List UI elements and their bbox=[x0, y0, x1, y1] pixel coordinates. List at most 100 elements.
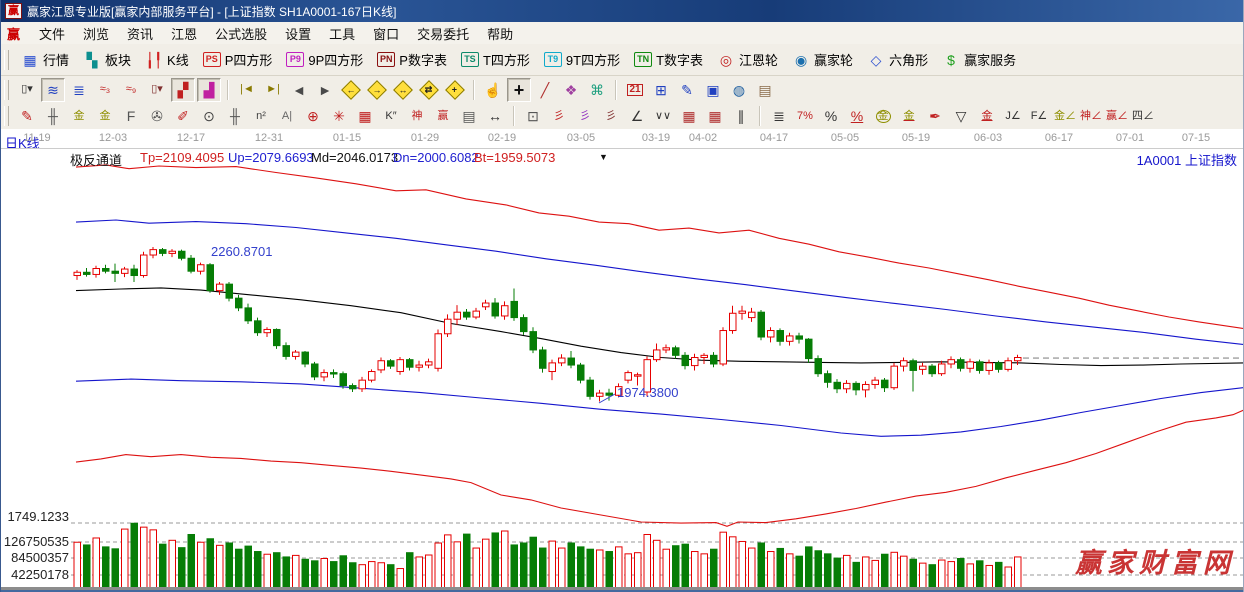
gold-square-2-icon[interactable]: 金 bbox=[93, 104, 117, 128]
ying-tool-icon[interactable]: 赢 bbox=[431, 104, 455, 128]
percent-icon[interactable]: % bbox=[819, 104, 843, 128]
save-chart-icon[interactable]: ▣ bbox=[701, 78, 725, 102]
menu-item-设置[interactable]: 设置 bbox=[276, 22, 320, 44]
h-measure-icon[interactable]: ↔ bbox=[483, 104, 507, 128]
feature-t-square-button[interactable]: TS T四方形 bbox=[460, 50, 530, 69]
percent-zone-icon[interactable]: 7% bbox=[793, 104, 817, 128]
j-angle-icon[interactable]: J∠ bbox=[1001, 104, 1025, 128]
grid-box-arrow-icon[interactable]: ▦ bbox=[703, 104, 727, 128]
calculator-icon[interactable]: ⊞ bbox=[649, 78, 673, 102]
price-comb-icon[interactable]: ╫ bbox=[223, 104, 247, 128]
feature-winner-service-button[interactable]: $ 赢家服务 bbox=[942, 50, 1016, 69]
cycle-shape-green-icon[interactable]: ⌘ bbox=[585, 78, 609, 102]
f-angle-icon[interactable]: F∠ bbox=[1027, 104, 1051, 128]
gann-shape-purple-icon[interactable]: ❖ bbox=[559, 78, 583, 102]
fibonacci-grid-icon[interactable]: F bbox=[119, 104, 143, 128]
brush-red-icon[interactable]: ✎ bbox=[15, 104, 39, 128]
si-angle-icon[interactable]: 四∠ bbox=[1131, 104, 1155, 128]
wave-3-icon[interactable]: ≈₃ bbox=[93, 78, 117, 102]
n-square-icon[interactable]: n² bbox=[249, 104, 273, 128]
menu-item-资讯[interactable]: 资讯 bbox=[118, 22, 162, 44]
gold-trend-red-icon[interactable]: 金 bbox=[975, 104, 999, 128]
ying-angle-icon[interactable]: 赢∠ bbox=[1105, 104, 1129, 128]
angle-line-a-icon[interactable]: A| bbox=[275, 104, 299, 128]
grid-box-1-icon[interactable]: ▦ bbox=[677, 104, 701, 128]
print-icon[interactable]: ▤ bbox=[753, 78, 777, 102]
toolbar-grip[interactable] bbox=[4, 106, 9, 126]
shen-tool-icon[interactable]: 神 bbox=[405, 104, 429, 128]
period-candle-dropdown-icon[interactable]: ▯▾ bbox=[15, 78, 39, 102]
square-overlay-icon[interactable]: ▦ bbox=[353, 104, 377, 128]
color-histogram-icon[interactable]: ▟ bbox=[197, 77, 221, 102]
menu-item-工具[interactable]: 工具 bbox=[320, 22, 364, 44]
menu-item-帮助[interactable]: 帮助 bbox=[478, 22, 522, 44]
feature-winner-wheel-button[interactable]: ◉ 赢家轮 bbox=[792, 50, 853, 69]
save-web-icon[interactable]: ◍ bbox=[727, 78, 751, 102]
star-rays-icon[interactable]: ✳ bbox=[327, 104, 351, 128]
swap-range-icon[interactable]: ⇄ bbox=[417, 78, 441, 102]
indicator-dropdown-icon[interactable]: ▼ bbox=[599, 152, 608, 162]
menu-item-江恩[interactable]: 江恩 bbox=[162, 22, 206, 44]
menu-item-窗口[interactable]: 窗口 bbox=[364, 22, 408, 44]
page-right-icon[interactable]: ► bbox=[313, 78, 337, 102]
gold-circle-icon[interactable]: 金 bbox=[871, 104, 895, 128]
kline-chart-canvas[interactable] bbox=[1, 129, 1244, 592]
feature-t9-square-button[interactable]: T9 9T四方形 bbox=[543, 50, 620, 69]
feature-sectors-button[interactable]: ▚ 板块 bbox=[83, 50, 131, 69]
parallel-lines-icon[interactable]: ∥ bbox=[729, 104, 753, 128]
page-left-icon[interactable]: ◄ bbox=[287, 78, 311, 102]
memo-notes-icon[interactable]: ✎ bbox=[675, 78, 699, 102]
jump-first-icon[interactable]: |◄ bbox=[235, 78, 259, 102]
feature-quotes-button[interactable]: ▦ 行情 bbox=[21, 50, 69, 69]
gold-square-1-icon[interactable]: 金 bbox=[67, 104, 91, 128]
gold-angle-icon[interactable]: 金∠ bbox=[1053, 104, 1077, 128]
feature-p-number-table-button[interactable]: PN P数字表 bbox=[377, 50, 447, 69]
pan-hand-icon[interactable]: ☝ bbox=[481, 78, 505, 102]
trendline-tool-icon[interactable]: ╱ bbox=[533, 78, 557, 102]
feature-kline-button[interactable]: ╽╿ K线 bbox=[145, 50, 189, 69]
shift-left-icon[interactable]: ← bbox=[339, 78, 363, 102]
menu-item-公式选股[interactable]: 公式选股 bbox=[206, 22, 276, 44]
angle-rays-icon[interactable]: ∠ bbox=[625, 104, 649, 128]
crosshair-icon[interactable]: + bbox=[507, 77, 531, 102]
shen-angle-icon[interactable]: 神∠ bbox=[1079, 104, 1103, 128]
ink-brush-icon[interactable]: ✒ bbox=[923, 104, 947, 128]
toolbar-grip[interactable] bbox=[4, 79, 9, 100]
zigzag-wave-icon[interactable]: ∨∨ bbox=[651, 104, 675, 128]
menu-item-浏览[interactable]: 浏览 bbox=[74, 22, 118, 44]
ruler-123-icon[interactable]: ▤ bbox=[457, 104, 481, 128]
expand-all-icon[interactable]: + bbox=[443, 78, 467, 102]
gold-level-icon[interactable]: 金 bbox=[897, 104, 921, 128]
calendar-21-icon[interactable]: 21 bbox=[623, 78, 647, 102]
fan-lines-red-icon[interactable]: 彡 bbox=[547, 104, 571, 128]
fan-box-dark-icon[interactable]: 彡 bbox=[599, 104, 623, 128]
k-mark-icon[interactable]: K″ bbox=[379, 104, 403, 128]
kline-pattern-icon[interactable]: ≋ bbox=[41, 77, 65, 102]
time-cycle-clock-icon[interactable]: ⊙ bbox=[197, 104, 221, 128]
gann-target-icon[interactable]: ⊕ bbox=[301, 104, 325, 128]
feature-gann-wheel-button[interactable]: ◎ 江恩轮 bbox=[717, 50, 778, 69]
gann-comb-icon[interactable]: ╫ bbox=[41, 104, 65, 128]
candle-style-dropdown-icon[interactable]: ▯▾ bbox=[145, 78, 169, 102]
fan-box-purple-icon[interactable]: 彡 bbox=[573, 104, 597, 128]
toolbar-grip[interactable] bbox=[4, 49, 9, 70]
indicator-list-icon[interactable]: ≣ bbox=[67, 78, 91, 102]
shift-right-icon[interactable]: → bbox=[365, 78, 389, 102]
percent-line-icon[interactable]: % bbox=[845, 104, 869, 128]
rect-frame-icon[interactable]: ⊡ bbox=[521, 104, 545, 128]
feature-p-square-button[interactable]: PS P四方形 bbox=[202, 50, 272, 69]
wave-9-icon[interactable]: ≈₉ bbox=[119, 78, 143, 102]
menu-item-文件[interactable]: 文件 bbox=[30, 22, 74, 44]
feature-hexagon-button[interactable]: ◇ 六角形 bbox=[867, 50, 928, 69]
feature-p9-square-button[interactable]: P9 9P四方形 bbox=[286, 50, 363, 69]
jump-last-icon[interactable]: ►| bbox=[261, 78, 285, 102]
title-bar[interactable]: 赢 赢家江恩专业版[赢家内部服务平台] - [上证指数 SH1A0001-167… bbox=[1, 0, 1243, 22]
price-ladder-icon[interactable]: ≣ bbox=[767, 104, 791, 128]
brush-measure-icon[interactable]: ✐ bbox=[171, 104, 195, 128]
feature-t-number-table-button[interactable]: TN T数字表 bbox=[634, 50, 703, 69]
funnel-icon[interactable]: ▽ bbox=[949, 104, 973, 128]
zigzag-pattern-icon[interactable]: ▞ bbox=[171, 77, 195, 102]
menu-item-交易委托[interactable]: 交易委托 bbox=[408, 22, 478, 44]
spiral-icon[interactable]: ✇ bbox=[145, 104, 169, 128]
zoom-horizontal-icon[interactable]: ↔ bbox=[391, 78, 415, 102]
